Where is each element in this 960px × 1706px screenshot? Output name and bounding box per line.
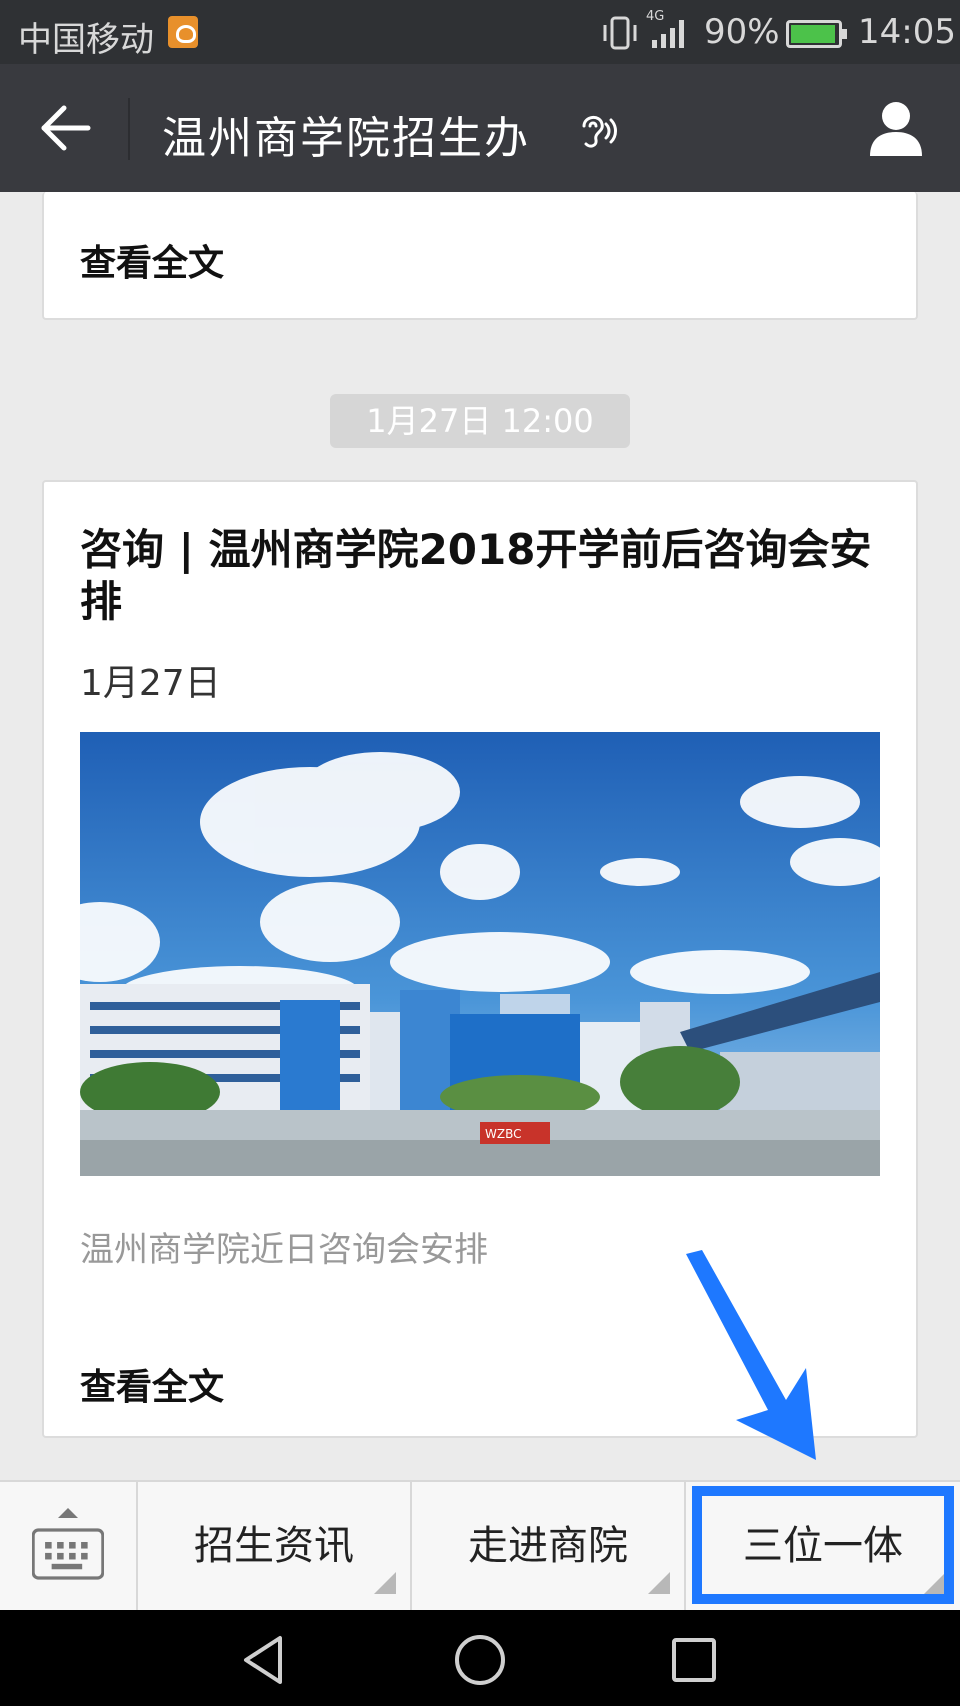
- article-cover-image[interactable]: WZBC: [80, 732, 880, 1176]
- cover-sign-text: WZBC: [485, 1127, 522, 1141]
- system-navigation-bar: [0, 1610, 960, 1706]
- menu-item-label: 招生资讯: [194, 1523, 354, 1569]
- earpiece-mode-icon: [582, 116, 617, 148]
- article-headline[interactable]: 咨询 | 温州商学院2018开学前后咨询会安排: [80, 524, 880, 628]
- profile-icon[interactable]: [866, 98, 926, 158]
- keyboard-icon: [32, 1528, 104, 1580]
- submenu-indicator-icon: [924, 1572, 946, 1594]
- back-triangle-icon[interactable]: [236, 1630, 296, 1690]
- article-date: 1月27日: [80, 663, 221, 704]
- notification-icon: [168, 16, 198, 48]
- submenu-indicator-icon: [648, 1572, 670, 1594]
- vibrate-icon: [603, 16, 637, 50]
- chat-header: 温州商学院招生办: [0, 64, 960, 192]
- home-circle-icon[interactable]: [450, 1630, 510, 1690]
- carrier-label: 中国移动: [18, 20, 154, 60]
- battery-icon: [786, 20, 847, 48]
- menu-item-admissions-news[interactable]: 招生资讯: [138, 1482, 412, 1610]
- network-type-label: 4G: [646, 9, 664, 24]
- clock: 14:05: [858, 12, 956, 52]
- page-title: 温州商学院招生办: [162, 113, 530, 164]
- custom-menu-bar: 招生资讯 走进商院 三位一体: [0, 1480, 960, 1610]
- read-full-link[interactable]: 查看全文: [80, 1358, 224, 1410]
- recents-square-icon[interactable]: [664, 1630, 724, 1690]
- previous-article-card[interactable]: 查看全文: [42, 192, 918, 320]
- menu-item-label: 走进商院: [468, 1523, 628, 1569]
- article-summary: 温州商学院近日咨询会安排: [80, 1230, 488, 1270]
- menu-item-about-college[interactable]: 走进商院: [412, 1482, 686, 1610]
- submenu-indicator-icon: [374, 1572, 396, 1594]
- header-divider: [128, 98, 130, 160]
- menu-item-three-in-one[interactable]: 三位一体: [686, 1482, 960, 1610]
- keyboard-toggle-button[interactable]: [0, 1482, 138, 1610]
- message-timestamp: 1月27日 12:00: [330, 394, 630, 448]
- back-arrow-icon[interactable]: [38, 100, 94, 156]
- read-full-link[interactable]: 查看全文: [80, 234, 224, 286]
- status-bar: 中国移动 4G 90% 14:05: [0, 0, 960, 64]
- annotation-arrow-icon: [686, 1250, 816, 1460]
- signal-icon: 4G: [646, 9, 684, 48]
- battery-percent: 90%: [704, 12, 780, 52]
- menu-item-label: 三位一体: [743, 1523, 903, 1569]
- expand-caret-icon: [58, 1508, 78, 1518]
